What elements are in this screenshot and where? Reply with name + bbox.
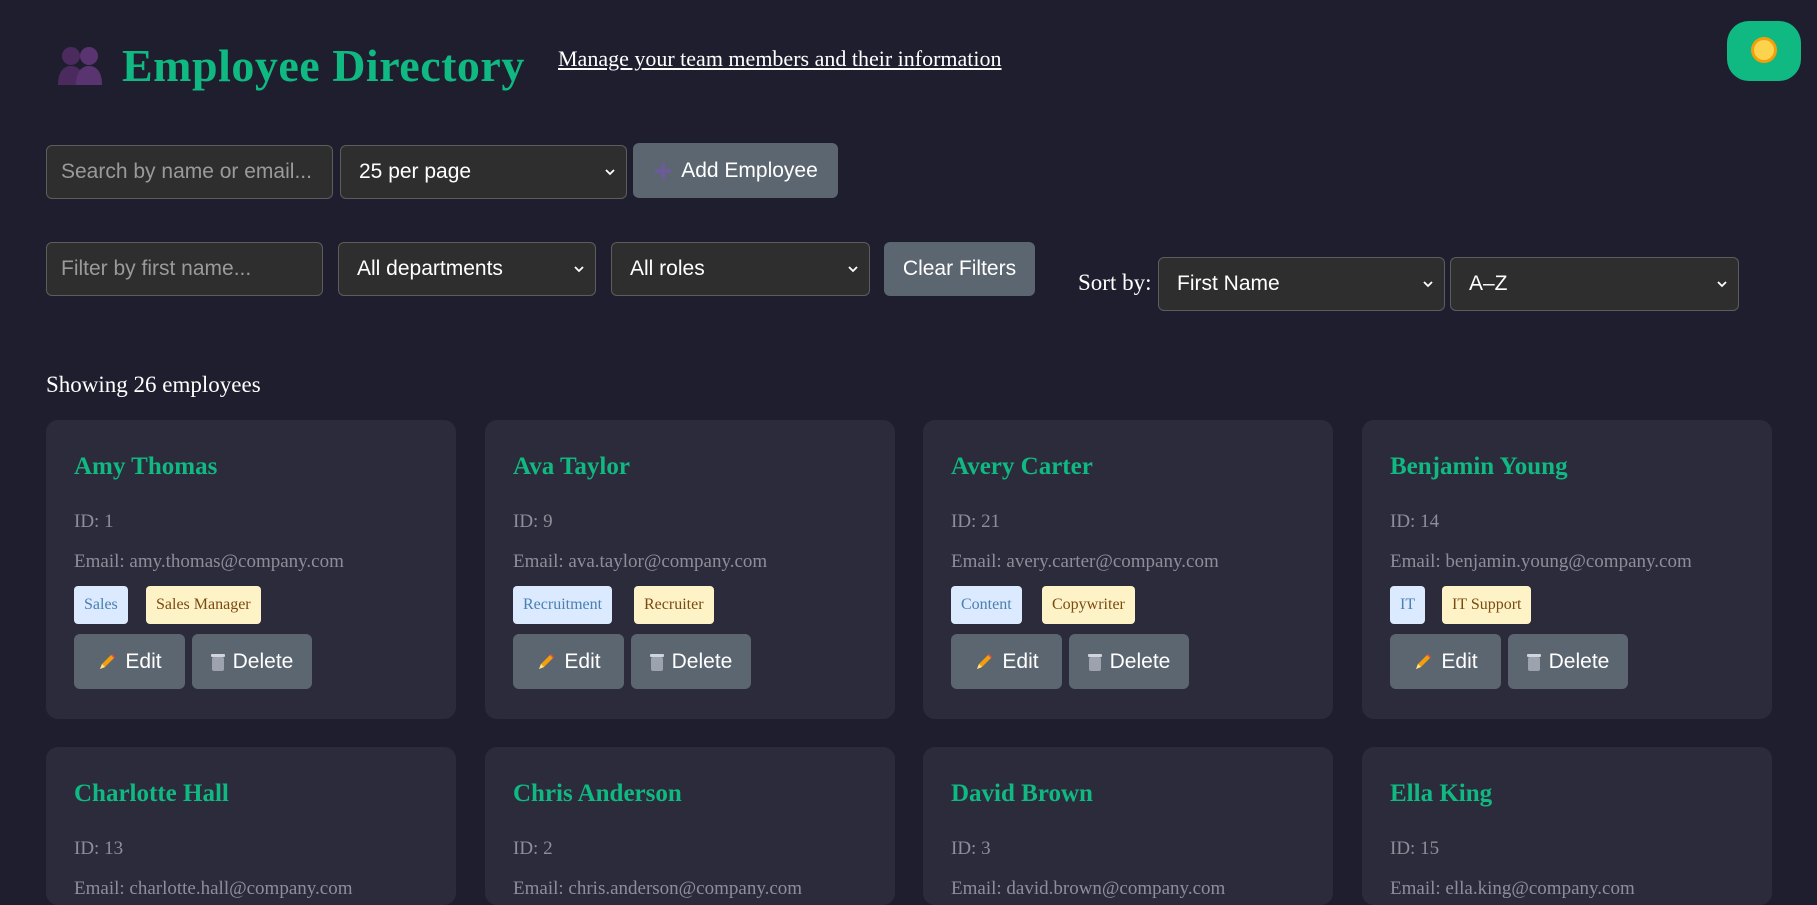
employee-card: Amy Thomas ID: 1 Email: amy.thomas@compa… (46, 420, 456, 719)
employee-card: Chris Anderson ID: 2 Email: chris.anders… (485, 747, 895, 905)
edit-button[interactable]: Edit (1390, 634, 1501, 689)
edit-button[interactable]: Edit (74, 634, 185, 689)
role-tag: Copywriter (1042, 586, 1135, 624)
delete-label: Delete (671, 649, 733, 673)
employee-card: David Brown ID: 3 Email: david.brown@com… (923, 747, 1333, 905)
delete-button[interactable]: Delete (192, 634, 312, 689)
clear-filters-button[interactable]: Clear Filters (884, 242, 1035, 296)
employee-name: Benjamin Young (1390, 453, 1568, 480)
chevron-down-icon (848, 266, 858, 273)
employee-id: ID: 9 (513, 511, 553, 532)
delete-label: Delete (232, 649, 294, 673)
department-value: All departments (357, 257, 503, 280)
people-icon (54, 39, 106, 91)
employee-email: Email: david.brown@company.com (951, 878, 1226, 899)
per-page-select[interactable]: 25 per page (340, 145, 627, 199)
role-tag: IT Support (1442, 586, 1532, 624)
role-tag: Sales Manager (146, 586, 261, 624)
sort-field-value: First Name (1177, 272, 1280, 295)
delete-label: Delete (1548, 649, 1610, 673)
theme-toggle-button[interactable] (1727, 21, 1801, 81)
sort-label: Sort by: (1078, 270, 1152, 295)
delete-button[interactable]: Delete (1508, 634, 1628, 689)
role-select[interactable]: All roles (611, 242, 870, 296)
delete-button[interactable]: Delete (1069, 634, 1189, 689)
search-input[interactable] (46, 145, 333, 199)
employee-name: Chris Anderson (513, 780, 682, 807)
page-subtitle-link[interactable]: Manage your team members and their infor… (558, 46, 1002, 72)
sort-order-value: A–Z (1469, 272, 1508, 295)
page-title: Employee Directory (122, 39, 525, 91)
pencil-icon (97, 652, 117, 672)
page-header: Employee Directory (54, 30, 525, 100)
edit-label: Edit (125, 649, 162, 673)
per-page-value: 25 per page (359, 160, 472, 183)
employee-id: ID: 13 (74, 838, 124, 859)
employee-id: ID: 2 (513, 838, 553, 859)
pencil-icon (1413, 652, 1433, 672)
trash-icon (649, 652, 664, 672)
sort-order-select[interactable]: A–Z (1450, 257, 1739, 311)
employee-email: Email: ella.king@company.com (1390, 878, 1635, 899)
employee-name: Charlotte Hall (74, 780, 229, 807)
add-employee-button[interactable]: Add Employee (633, 143, 838, 198)
employee-card: Ella King ID: 15 Email: ella.king@compan… (1362, 747, 1772, 905)
delete-label: Delete (1109, 649, 1171, 673)
employee-id: ID: 14 (1390, 511, 1440, 532)
pencil-icon (974, 652, 994, 672)
employee-count: Showing 26 employees (46, 372, 261, 397)
employee-name: Ava Taylor (513, 453, 630, 480)
chevron-down-icon (1423, 281, 1433, 288)
edit-button[interactable]: Edit (513, 634, 624, 689)
edit-button[interactable]: Edit (951, 634, 1062, 689)
employee-card: Charlotte Hall ID: 13 Email: charlotte.h… (46, 747, 456, 905)
employee-id: ID: 21 (951, 511, 1001, 532)
edit-label: Edit (1002, 649, 1039, 673)
employee-email: Email: avery.carter@company.com (951, 551, 1219, 572)
sun-icon (1749, 35, 1779, 68)
employee-id: ID: 15 (1390, 838, 1440, 859)
role-value: All roles (630, 257, 705, 280)
employee-email: Email: benjamin.young@company.com (1390, 551, 1692, 572)
plus-icon (653, 161, 673, 181)
chevron-down-icon (1717, 281, 1727, 288)
department-tag: Sales (74, 586, 128, 624)
employee-name: Amy Thomas (74, 453, 218, 480)
employee-card: Avery Carter ID: 21 Email: avery.carter@… (923, 420, 1333, 719)
trash-icon (1087, 652, 1102, 672)
trash-icon (1526, 652, 1541, 672)
employee-email: Email: amy.thomas@company.com (74, 551, 344, 572)
department-tag: Recruitment (513, 586, 613, 624)
employee-email: Email: ava.taylor@company.com (513, 551, 768, 572)
department-select[interactable]: All departments (338, 242, 596, 296)
employee-email: Email: chris.anderson@company.com (513, 878, 803, 899)
app-page: Employee Directory Manage your team memb… (0, 0, 1817, 905)
chevron-down-icon (574, 266, 584, 273)
department-tag: Content (951, 586, 1022, 624)
edit-label: Edit (1441, 649, 1478, 673)
edit-label: Edit (564, 649, 601, 673)
department-tag: IT (1390, 586, 1426, 624)
add-employee-label: Add Employee (681, 158, 818, 182)
employee-name: Avery Carter (951, 453, 1093, 480)
trash-icon (210, 652, 225, 672)
employee-name: David Brown (951, 780, 1093, 807)
delete-button[interactable]: Delete (631, 634, 751, 689)
employee-email: Email: charlotte.hall@company.com (74, 878, 353, 899)
first-name-filter-input[interactable] (46, 242, 323, 296)
role-tag: Recruiter (634, 586, 714, 624)
pencil-icon (536, 652, 556, 672)
sort-field-select[interactable]: First Name (1158, 257, 1445, 311)
employee-id: ID: 1 (74, 511, 114, 532)
employee-card: Ava Taylor ID: 9 Email: ava.taylor@compa… (485, 420, 895, 719)
employee-name: Ella King (1390, 780, 1493, 807)
employee-id: ID: 3 (951, 838, 991, 859)
chevron-down-icon (605, 169, 615, 176)
employee-card: Benjamin Young ID: 14 Email: benjamin.yo… (1362, 420, 1772, 719)
